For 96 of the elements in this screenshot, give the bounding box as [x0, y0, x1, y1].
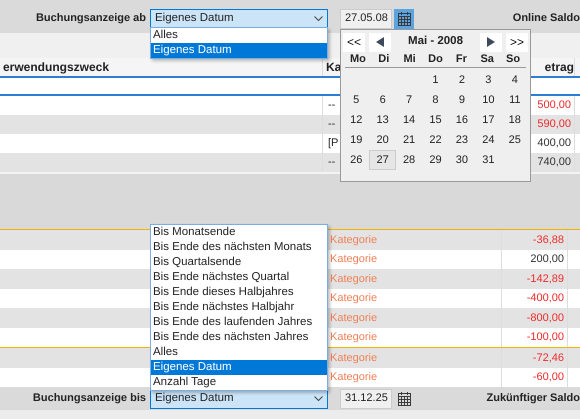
category-cell-text: Kategorie [329, 330, 378, 345]
calendar-day[interactable]: 23 [448, 130, 476, 150]
calendar-day[interactable]: 22 [422, 130, 449, 150]
amount-cell-text: -142,89 [526, 272, 565, 286]
calendar-day[interactable]: 13 [369, 110, 396, 130]
calendar-day[interactable]: 27 [369, 150, 396, 170]
calendar-day[interactable]: 26 [343, 150, 370, 170]
amount-cell-text: 740,00 [537, 155, 572, 170]
amount-cell-text: 500,00 [537, 98, 572, 114]
amount-cell-text: -100,00 [526, 330, 565, 345]
calendar-day[interactable]: 15 [422, 110, 449, 130]
calendar-day[interactable]: 25 [502, 130, 528, 150]
month-title: Mai - 2008 [408, 34, 463, 50]
category-cell-text: Kategorie [329, 370, 378, 385]
weekday-label: So [505, 52, 522, 67]
calendar-day[interactable]: 10 [475, 90, 502, 110]
chevron-down-icon [314, 16, 323, 22]
dropdown-option[interactable]: Bis Ende dieses Halbjahres [151, 285, 327, 300]
weekday-label: Sa [479, 52, 495, 67]
category-cell-text: Kategorie [329, 350, 378, 366]
filter-label: Buchungsanzeige ab [34, 11, 147, 26]
dropdown-option[interactable]: Anzahl Tage [151, 375, 327, 390]
calendar-day[interactable]: 3 [475, 70, 502, 90]
dropdown-option[interactable]: Bis Ende des nächsten Monats [151, 240, 327, 255]
calendar-day[interactable]: 1 [422, 70, 449, 90]
category-cell-text: Kategorie [329, 272, 378, 286]
amount-cell-text: 200,00 [530, 252, 565, 267]
calendar-day[interactable]: 9 [448, 90, 476, 110]
calendar-day[interactable]: 4 [502, 70, 528, 90]
calendar-day[interactable]: 19 [343, 130, 370, 150]
calendar-day[interactable]: 14 [396, 110, 422, 130]
weekday-label: Fr [454, 52, 468, 67]
chevron-down-icon [314, 396, 323, 402]
dropdown-option[interactable]: Bis Monatsende [151, 225, 327, 240]
calendar-day[interactable]: 5 [343, 90, 370, 110]
last-month-button[interactable]: >> [506, 32, 528, 52]
calendar-day[interactable]: 7 [396, 90, 422, 110]
calendar-day[interactable]: 29 [422, 150, 449, 170]
calendar-icon [398, 392, 410, 406]
amount-cell-text: -36,88 [532, 232, 565, 248]
amount-cell-text: 590,00 [537, 117, 572, 132]
calendar-button[interactable] [394, 8, 414, 28]
next-month-button[interactable] [480, 32, 502, 52]
dropdown-option[interactable]: Alles [151, 345, 327, 360]
dropdown-option[interactable]: Eigenes Datum [151, 43, 327, 58]
column-header: etrag [544, 59, 574, 76]
calendar-icon [398, 12, 410, 26]
dropdown-field[interactable]: Eigenes Datum [150, 8, 328, 28]
category-cell-text: Kategorie [329, 310, 378, 326]
calendar-day[interactable]: 21 [396, 130, 422, 150]
column-header: erwendungszweck [2, 59, 110, 76]
dropdown-option[interactable]: Bis Quartalsende [151, 255, 327, 270]
table-cell-text: -- [327, 98, 336, 114]
calendar-day[interactable]: 12 [343, 110, 370, 130]
amount-cell-text: -800,00 [526, 310, 565, 326]
category-cell-text: Kategorie [329, 291, 378, 306]
category-cell-text: Kategorie [329, 252, 378, 267]
amount-cell-text: -60,00 [532, 370, 565, 385]
amount-cell-text: -400,00 [526, 291, 565, 306]
calendar-day[interactable]: 11 [502, 90, 528, 110]
calendar-day[interactable]: 28 [396, 150, 422, 170]
weekday-label: Do [427, 52, 444, 67]
saldo-label: Zukünftiger Saldo [486, 391, 580, 406]
calendar-day[interactable]: 8 [422, 90, 449, 110]
table-cell-text: -- [327, 155, 336, 170]
weekday-label: Mi [402, 52, 417, 67]
calendar-day[interactable]: 24 [475, 130, 502, 150]
dropdown-option[interactable]: Alles [151, 28, 327, 43]
amount-cell-text: -72,46 [532, 350, 565, 366]
calendar-day[interactable]: 30 [448, 150, 476, 170]
category-cell-text: Kategorie [329, 232, 378, 248]
dropdown-option[interactable]: Bis Ende des laufenden Jahres [151, 315, 327, 330]
calendar-day[interactable]: 2 [448, 70, 476, 90]
previous-month-button[interactable] [369, 32, 391, 52]
calendar-day[interactable]: 18 [502, 110, 528, 130]
table-cell-text: [P [327, 136, 338, 152]
calendar-day[interactable]: 16 [448, 110, 476, 130]
calendar-day[interactable]: 20 [369, 130, 396, 150]
first-month-button[interactable]: << [343, 32, 365, 52]
weekday-label: Mo [348, 52, 367, 67]
date-field[interactable]: 31.12.25 [340, 388, 392, 408]
calendar-day[interactable]: 31 [475, 150, 502, 170]
calendar-day[interactable]: 17 [475, 110, 502, 130]
weekday-label: Di [377, 52, 390, 67]
amount-cell-text: 400,00 [537, 136, 572, 152]
saldo-label: Online Saldo [512, 11, 580, 26]
filter-label: Buchungsanzeige bis [32, 391, 147, 406]
left-triangle-icon [376, 37, 384, 47]
table-cell-text: -- [327, 117, 336, 132]
dropdown-option[interactable]: Eigenes Datum [151, 360, 327, 375]
calendar-day[interactable]: 6 [369, 90, 396, 110]
dropdown-option[interactable]: Bis Ende nächstes Halbjahr [151, 300, 327, 315]
date-field[interactable]: 27.05.08 [340, 8, 392, 28]
right-triangle-icon [486, 37, 495, 47]
dropdown-option[interactable]: Bis Ende des nächsten Jahres [151, 330, 327, 345]
dropdown-option[interactable]: Bis Ende nächstes Quartal [151, 270, 327, 285]
